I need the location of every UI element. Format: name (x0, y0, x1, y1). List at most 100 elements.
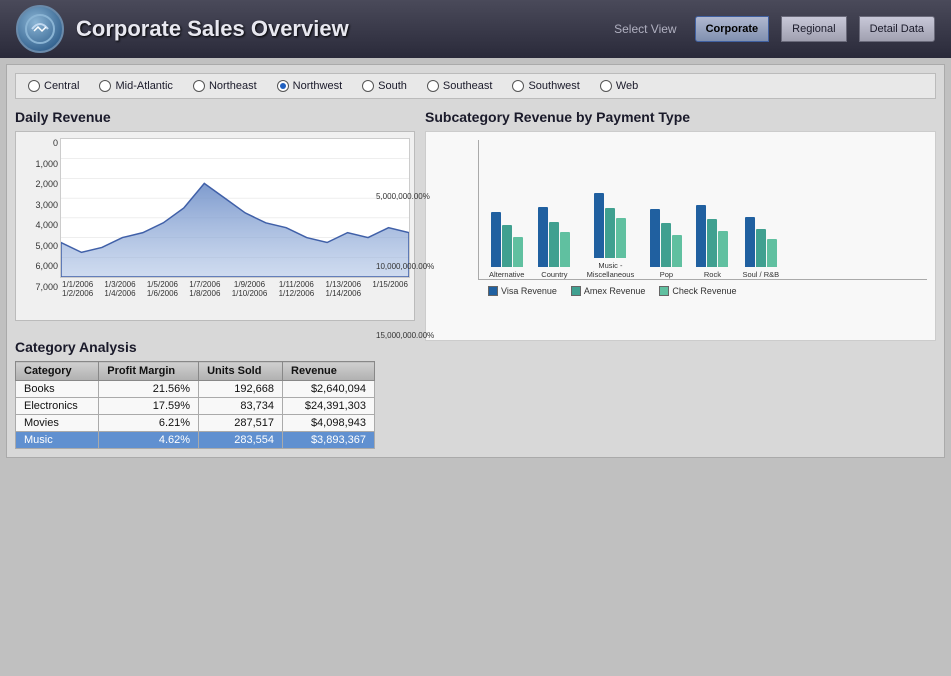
table-row[interactable]: Music4.62%283,554$3,893,367 (16, 432, 375, 449)
legend-label: Check Revenue (672, 286, 736, 296)
x-axis-bottom: 1/4/2006 (104, 289, 135, 298)
bar (616, 218, 626, 258)
y-axis-label: 0 (20, 138, 58, 148)
table-row[interactable]: Movies6.21%287,517$4,098,943 (16, 415, 375, 432)
bar-y-axis-label: 5,000,000.00% (376, 192, 420, 201)
region-tab-south[interactable]: South (362, 80, 407, 92)
region-tab-label: Southeast (443, 80, 493, 92)
view-btn-regional[interactable]: Regional (781, 16, 846, 42)
x-axis: 1/1/20061/2/20061/3/20061/4/20061/5/2006… (60, 280, 410, 298)
table-cell: 4.62% (99, 432, 199, 449)
select-view-label: Select View (614, 22, 676, 36)
bar-y-axis: 15,000,000.00% 10,000,000.00% 5,000,000.00… (376, 132, 424, 340)
bar-group-bars (538, 207, 570, 267)
x-axis-top: 1/1/2006 (62, 280, 93, 289)
legend-label: Amex Revenue (584, 286, 646, 296)
table-cell: Music (16, 432, 99, 449)
bar (491, 212, 501, 267)
main-panel: Central Mid-Atlantic Northeast Northwest Sou… (6, 64, 945, 458)
bar-group: Alternative (489, 212, 524, 279)
bar (560, 232, 570, 267)
category-analysis-title: Category Analysis (15, 339, 415, 355)
y-axis-label: 4,000 (20, 220, 58, 230)
app-logo (16, 5, 64, 53)
bar (650, 209, 660, 267)
region-tab-label: Northeast (209, 80, 257, 92)
legend-item: Check Revenue (659, 286, 736, 296)
bar-group: Rock (696, 205, 728, 279)
bar-label: Music - Miscellaneous (584, 261, 636, 279)
table-cell: $3,893,367 (283, 432, 375, 449)
daily-revenue-chart: 7,0006,0005,0004,0003,0002,0001,0000 (15, 131, 415, 321)
chart-area (60, 138, 410, 278)
region-tab-southwest[interactable]: Southwest (512, 80, 579, 92)
radio-circle (277, 80, 289, 92)
x-axis-label-group: 1/11/20061/12/2006 (279, 280, 315, 298)
view-btn-corporate[interactable]: Corporate (695, 16, 770, 42)
x-axis-bottom: 1/12/2006 (279, 289, 315, 298)
x-axis-label-group: 1/5/20061/6/2006 (147, 280, 178, 298)
daily-revenue-section: Daily Revenue 7,0006,0005,0004,0003,0002… (15, 109, 415, 321)
bar-label: Rock (704, 270, 721, 279)
region-tab-northwest[interactable]: Northwest (277, 80, 343, 92)
left-column: Daily Revenue 7,0006,0005,0004,0003,0002… (15, 109, 415, 449)
region-tab-southeast[interactable]: Southeast (427, 80, 493, 92)
region-tab-central[interactable]: Central (28, 80, 79, 92)
bars-row: AlternativeCountryMusic - MiscellaneousP… (478, 140, 927, 280)
y-axis: 7,0006,0005,0004,0003,0002,0001,0000 (20, 138, 58, 292)
bar-chart: 15,000,000.00%10,000,000.00%5,000,000.00… (425, 131, 936, 341)
daily-revenue-title: Daily Revenue (15, 109, 415, 125)
x-axis-label-group: 1/7/20061/8/2006 (189, 280, 220, 298)
subcategory-revenue-section: Subcategory Revenue by Payment Type 15,0… (425, 109, 936, 341)
x-axis-bottom: 1/14/2006 (325, 289, 361, 298)
table-row[interactable]: Electronics17.59%83,734$24,391,303 (16, 398, 375, 415)
bar-group: Soul / R&B (742, 217, 779, 279)
region-tab-northeast[interactable]: Northeast (193, 80, 257, 92)
region-tab-label: Central (44, 80, 79, 92)
region-tab-mid-atlantic[interactable]: Mid-Atlantic (99, 80, 172, 92)
legend-swatch (571, 286, 581, 296)
radio-circle (427, 80, 439, 92)
bar (745, 217, 755, 267)
subcategory-revenue-title: Subcategory Revenue by Payment Type (425, 109, 936, 125)
y-axis-label: 2,000 (20, 179, 58, 189)
region-tab-web[interactable]: Web (600, 80, 638, 92)
bar (767, 239, 777, 267)
bar (661, 223, 671, 267)
bar-group-bars (491, 212, 523, 267)
table-cell: 17.59% (99, 398, 199, 415)
table-cell: 21.56% (99, 381, 199, 398)
bar (538, 207, 548, 267)
bar (594, 193, 604, 258)
table-row[interactable]: Books21.56%192,668$2,640,094 (16, 381, 375, 398)
x-axis-top: 1/3/2006 (104, 280, 135, 289)
bar-y-axis-label: 15,000,000.00% (376, 331, 420, 340)
logo-icon (24, 13, 56, 45)
x-axis-top: 1/5/2006 (147, 280, 178, 289)
y-axis-label: 7,000 (20, 282, 58, 292)
region-tab-label: Mid-Atlantic (115, 80, 172, 92)
radio-circle (600, 80, 612, 92)
view-btn-detail-data[interactable]: Detail Data (859, 16, 935, 42)
bar (756, 229, 766, 267)
bar-group-bars (594, 193, 626, 258)
bar-y-axis-label: 10,000,000.00% (376, 262, 420, 271)
table-cell: 6.21% (99, 415, 199, 432)
table-header: Units Sold (199, 362, 283, 381)
x-axis-bottom: 1/10/2006 (232, 289, 268, 298)
table-cell: 287,517 (199, 415, 283, 432)
table-cell: Books (16, 381, 99, 398)
table-cell: 83,734 (199, 398, 283, 415)
bar-label: Country (541, 270, 567, 279)
revenue-area-chart (61, 139, 409, 277)
x-axis-top: 1/7/2006 (189, 280, 220, 289)
table-cell: $24,391,303 (283, 398, 375, 415)
region-tabs: Central Mid-Atlantic Northeast Northwest Sou… (15, 73, 936, 99)
bar-group-bars (696, 205, 728, 267)
y-axis-label: 1,000 (20, 159, 58, 169)
legend-item: Amex Revenue (571, 286, 646, 296)
table-cell: Movies (16, 415, 99, 432)
x-axis-label-group: 1/3/20061/4/2006 (104, 280, 135, 298)
x-axis-bottom: 1/8/2006 (189, 289, 220, 298)
bar-label: Soul / R&B (742, 270, 779, 279)
